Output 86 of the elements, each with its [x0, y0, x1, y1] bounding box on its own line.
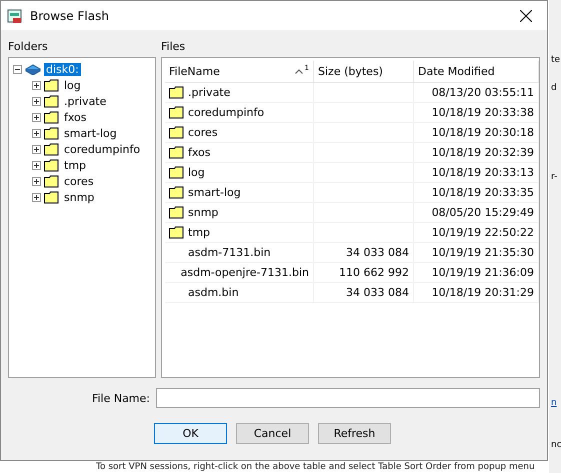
background-text: r-: [551, 172, 558, 182]
plus-icon: [34, 98, 39, 104]
table-cell[interactable]: cores: [165, 123, 314, 143]
table-cell[interactable]: asdm.bin: [165, 283, 314, 303]
background-text: d: [551, 83, 557, 93]
table-cell: 08/13/20 03:55:11: [414, 83, 539, 103]
tree-item[interactable]: smart-log: [62, 126, 119, 140]
folder-icon: [169, 206, 184, 219]
background-text: To sort VPN sessions, right-click on the above table and select Table Sort Order from popup menu: [96, 462, 535, 472]
app-icon: [7, 8, 23, 24]
table-cell: 10/19/19 21:35:30: [414, 243, 539, 263]
folder-icon: [169, 126, 184, 139]
tree-item[interactable]: cores: [62, 174, 96, 188]
tree-item[interactable]: log: [62, 78, 83, 92]
table-cell[interactable]: snmp: [165, 203, 314, 223]
folder-icon: [44, 190, 59, 204]
expand-toggle[interactable]: [32, 96, 41, 106]
folder-icon: [44, 142, 59, 156]
plus-icon: [34, 82, 39, 88]
tree-item[interactable]: tmp: [62, 158, 88, 172]
background-text: nc: [551, 440, 561, 450]
expand-toggle[interactable]: [32, 144, 41, 154]
table-cell: 10/19/19 21:36:09: [414, 263, 539, 283]
folder-icon: [169, 226, 184, 239]
files-label: Files: [161, 40, 186, 53]
table-cell: 10/18/19 20:32:39: [414, 143, 539, 163]
collapse-toggle[interactable]: [13, 64, 22, 74]
close-icon: [520, 10, 532, 22]
table-cell: 110 662 992: [314, 263, 414, 283]
tree-item[interactable]: coredumpinfo: [62, 142, 142, 156]
folder-icon: [169, 186, 184, 199]
expand-toggle[interactable]: [32, 160, 41, 170]
window-title: Browse Flash: [30, 8, 110, 22]
plus-icon: [34, 130, 39, 136]
table-cell[interactable]: asdm-openjre-7131.bin: [165, 263, 314, 283]
table-cell: 10/18/19 20:30:18: [414, 123, 539, 143]
table-cell: 10/18/19 20:33:35: [414, 183, 539, 203]
expand-toggle[interactable]: [32, 80, 41, 90]
dialog-button[interactable]: Cancel: [236, 423, 309, 444]
column-header[interactable]: Size (bytes): [314, 61, 414, 83]
plus-icon: [34, 178, 39, 184]
plus-icon: [34, 194, 39, 200]
file-name-label: File Name:: [90, 392, 150, 404]
plus-icon: [34, 146, 39, 152]
folder-icon: [169, 106, 184, 119]
file-name-field[interactable]: [156, 388, 540, 408]
table-cell: 34 033 084: [314, 283, 414, 303]
folder-icon: [169, 86, 184, 99]
table-cell: 10/19/19 22:50:22: [414, 223, 539, 243]
table-cell[interactable]: fxos: [165, 143, 314, 163]
expand-toggle[interactable]: [32, 176, 41, 186]
background-text: te: [551, 55, 560, 65]
table-cell[interactable]: asdm-7131.bin: [165, 243, 314, 263]
table-cell: 10/18/19 20:33:38: [414, 103, 539, 123]
plus-icon: [34, 162, 39, 168]
background-link[interactable]: n: [551, 398, 557, 408]
folder-icon: [44, 126, 59, 140]
folder-icon: [44, 78, 59, 92]
folder-icon: [169, 146, 184, 159]
dialog-button[interactable]: Refresh: [318, 423, 391, 444]
minus-icon: [15, 66, 20, 72]
expand-toggle[interactable]: [32, 192, 41, 202]
tree-item[interactable]: snmp: [62, 190, 96, 204]
folders-label: Folders: [8, 40, 49, 53]
folder-icon: [169, 166, 184, 179]
table-cell[interactable]: log: [165, 163, 314, 183]
dialog-button[interactable]: OK: [154, 423, 227, 444]
expand-toggle[interactable]: [32, 128, 41, 138]
folder-icon: [44, 158, 59, 172]
table-cell[interactable]: .private: [165, 83, 314, 103]
table-cell: 10/18/19 20:31:29: [414, 283, 539, 303]
folder-icon: [44, 174, 59, 188]
folder-icon: [44, 94, 59, 108]
table-cell[interactable]: coredumpinfo: [165, 103, 314, 123]
tree-item[interactable]: .private: [62, 94, 108, 108]
table-cell: 08/05/20 15:29:49: [414, 203, 539, 223]
folder-icon: [44, 110, 59, 124]
plus-icon: [34, 114, 39, 120]
tree-item[interactable]: fxos: [62, 110, 89, 124]
table-cell: 34 033 084: [314, 243, 414, 263]
table-cell[interactable]: smart-log: [165, 183, 314, 203]
expand-toggle[interactable]: [32, 112, 41, 122]
table-cell[interactable]: tmp: [165, 223, 314, 243]
column-header[interactable]: Date Modified: [414, 61, 539, 83]
tree-item[interactable]: disk0:: [44, 62, 81, 76]
table-cell: 10/18/19 20:33:13: [414, 163, 539, 183]
